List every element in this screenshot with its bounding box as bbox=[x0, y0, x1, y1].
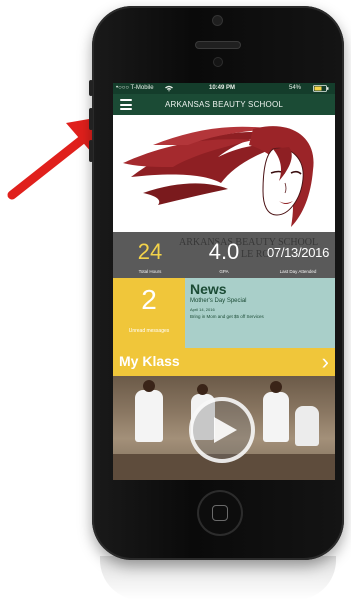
home-button-square-icon bbox=[212, 505, 228, 521]
app-screen: •○○○ T-Mobile 10:49 PM 54% ARKANSAS BEAU… bbox=[113, 83, 335, 480]
hero-banner bbox=[113, 115, 335, 232]
stat-gpa-value: 4.0 bbox=[208, 239, 240, 264]
stat-last-day[interactable]: 07/13/2016 Last Day Attended bbox=[261, 233, 335, 277]
stat-last-day-label: Last Day Attended bbox=[279, 269, 317, 274]
news-heading: News bbox=[190, 281, 227, 297]
hamburger-menu-icon[interactable] bbox=[120, 99, 132, 110]
play-button[interactable] bbox=[189, 397, 255, 463]
video-dancer bbox=[270, 381, 282, 393]
battery-icon bbox=[313, 85, 329, 92]
news-item-date: April 14, 2016 bbox=[190, 307, 215, 312]
play-icon bbox=[214, 417, 237, 443]
battery-percent: 54% bbox=[289, 85, 302, 91]
video-dancer bbox=[135, 390, 163, 442]
news-tile[interactable]: News Mother's Day Special April 14, 2016… bbox=[185, 278, 335, 348]
video-dancer bbox=[263, 392, 289, 442]
status-time: 10:49 PM bbox=[209, 85, 236, 91]
front-camera bbox=[214, 58, 222, 66]
mute-switch bbox=[89, 80, 93, 96]
my-klass-title: My Klass bbox=[119, 353, 180, 369]
stat-last-day-value: 07/13/2016 bbox=[266, 245, 330, 260]
news-item-body: Bring in Mom and get $5 off Services bbox=[190, 314, 264, 319]
nav-bar: ARKANSAS BEAUTY SCHOOL bbox=[113, 94, 335, 115]
stat-gpa-label: GPA bbox=[219, 269, 229, 274]
video-dancer bbox=[295, 406, 319, 446]
stat-total-hours[interactable]: 24 Total Hours bbox=[113, 233, 187, 277]
messages-count: 2 bbox=[141, 284, 157, 315]
wifi-icon bbox=[165, 85, 173, 92]
my-klass-header[interactable]: My Klass › bbox=[113, 348, 335, 376]
carrier-label: •○○○ T-Mobile bbox=[116, 85, 154, 91]
messages-tile[interactable]: 2 Unread messages bbox=[113, 278, 185, 348]
nav-title: ARKANSAS BEAUTY SCHOOL bbox=[164, 100, 284, 109]
messages-label: Unread messages bbox=[128, 328, 170, 334]
news-item-title: Mother's Day Special bbox=[190, 298, 247, 304]
video-dancer bbox=[143, 380, 155, 392]
stat-total-hours-value: 24 bbox=[137, 239, 163, 264]
hair-illustration bbox=[123, 126, 314, 227]
top-camera bbox=[213, 16, 222, 25]
status-bar: •○○○ T-Mobile 10:49 PM 54% bbox=[113, 83, 335, 94]
earpiece-speaker bbox=[196, 42, 240, 48]
stat-total-hours-label: Total Hours bbox=[138, 269, 162, 274]
stat-gpa[interactable]: 4.0 GPA bbox=[187, 233, 261, 277]
video-dancer bbox=[197, 384, 208, 395]
klass-video[interactable] bbox=[113, 376, 335, 480]
chevron-right-icon: › bbox=[321, 349, 329, 374]
volume-down-button bbox=[89, 140, 93, 162]
volume-up-button bbox=[89, 108, 93, 130]
phone-reflection bbox=[100, 556, 336, 600]
